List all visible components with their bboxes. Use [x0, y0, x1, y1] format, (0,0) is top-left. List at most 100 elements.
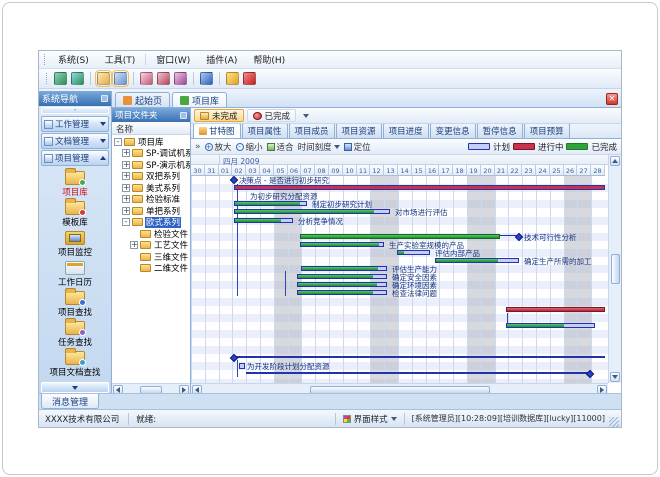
expand-icon[interactable]: + [122, 172, 130, 180]
toolbar-grip[interactable] [46, 73, 49, 84]
locate-button[interactable]: 定位 [344, 141, 371, 153]
collapse-icon[interactable]: - [114, 138, 122, 146]
gantt-tab-项目属性[interactable]: 项目属性 [242, 124, 288, 138]
gantt-tab-甘特图[interactable]: 甘特图 [193, 124, 241, 138]
tree-column-header[interactable]: 名称 [112, 122, 190, 135]
help-icon[interactable] [200, 72, 213, 85]
gantt-tab-项目成员[interactable]: 项目成员 [289, 124, 335, 138]
tab-起始页[interactable]: 起始页 [115, 92, 170, 107]
tree-node-SP-调试机系[interactable]: +SP-调试机系 [112, 148, 190, 160]
menu-item-2[interactable]: 工具(T) [97, 51, 144, 68]
expand-icon[interactable]: + [122, 207, 130, 215]
gantt-vscrollbar[interactable] [608, 155, 621, 383]
gantt-bar[interactable] [297, 290, 387, 295]
tree-node-检验文件[interactable]: 检验文件 [112, 228, 190, 240]
tree-node-SP-演示机系[interactable]: +SP-演示机系 [112, 159, 190, 171]
expand-icon[interactable]: + [122, 149, 130, 157]
gantt-bar[interactable] [301, 266, 387, 271]
sidebar-item-项目监控[interactable]: 项目监控 [39, 231, 111, 258]
scroll-down-icon[interactable] [610, 372, 620, 382]
lock-icon[interactable] [226, 72, 239, 85]
gantt-bar[interactable] [300, 242, 384, 247]
finished-filter-button[interactable]: 已完成 [247, 109, 297, 122]
expand-icon[interactable]: + [122, 184, 130, 192]
sidebar-item-项目文档查找[interactable]: 项目文档查找 [39, 351, 111, 378]
day-header-18: 18 [453, 165, 467, 176]
time-scale-button[interactable]: 时间刻度 [298, 141, 340, 153]
project-window-icon[interactable] [114, 72, 127, 85]
sidebar-group-1[interactable]: 工作管理 [41, 116, 109, 132]
globe-icon[interactable] [71, 72, 84, 85]
summary-line[interactable] [234, 356, 605, 358]
resize-grip[interactable] [609, 417, 619, 427]
gantt-bar[interactable] [506, 323, 595, 328]
exit-icon[interactable] [243, 72, 256, 85]
zoom-out-button[interactable]: -缩小 [236, 141, 263, 153]
pin-icon[interactable] [180, 112, 187, 119]
fit-button[interactable]: 适合 [267, 141, 294, 153]
gantt-bar[interactable] [397, 250, 430, 255]
gantt-bar[interactable] [297, 274, 387, 279]
summary-line[interactable] [246, 372, 590, 374]
sidebar-group-3[interactable]: 项目管理 [41, 150, 109, 166]
toolbar-overflow-chevron[interactable]: » [195, 142, 201, 152]
tree-node-工艺文件[interactable]: +工艺文件 [112, 240, 190, 252]
filter-more-chevron[interactable] [303, 114, 309, 118]
report-icon[interactable] [140, 72, 153, 85]
refresh-icon[interactable] [174, 72, 187, 85]
gantt-bar[interactable] [506, 307, 605, 312]
menu-item-4[interactable]: 插件(A) [198, 51, 245, 68]
sidebar-collapse-strip[interactable]: - [41, 107, 109, 114]
scroll-thumb[interactable] [611, 254, 620, 284]
expand-icon[interactable]: + [122, 195, 130, 203]
gantt-tab-项目预算[interactable]: 项目预算 [524, 124, 570, 138]
gantt-tab-项目资源[interactable]: 项目资源 [336, 124, 382, 138]
message-manager-tab[interactable]: 消息管理 [41, 394, 99, 409]
tree-node-检验标准[interactable]: +检验标准 [112, 194, 190, 206]
gantt-bar[interactable] [234, 218, 293, 223]
gantt-tab-项目进度[interactable]: 项目进度 [383, 124, 429, 138]
menu-item-5[interactable]: 帮助(H) [245, 51, 293, 68]
tree-node-三维文件[interactable]: 三维文件 [112, 251, 190, 263]
tab-项目库[interactable]: 项目库 [172, 92, 227, 107]
sidebar-bottom-stub[interactable] [41, 382, 109, 393]
tree-node-美式系列[interactable]: +美式系列 [112, 182, 190, 194]
gantt-tab-变更信息[interactable]: 变更信息 [430, 124, 476, 138]
gantt-bar[interactable] [300, 234, 500, 239]
gantt-tab-label: 甘特图 [209, 125, 235, 137]
sidebar-item-工作日历[interactable]: 工作日历 [39, 261, 111, 288]
sidebar-item-任务查找[interactable]: 任务查找 [39, 321, 111, 348]
tree-node-欧式系列[interactable]: -欧式系列 [112, 217, 190, 229]
ui-style-button[interactable]: 界面样式 [339, 413, 401, 425]
client-monitor-icon[interactable] [54, 72, 67, 85]
collapse-icon[interactable]: - [122, 218, 130, 226]
gantt-bar[interactable] [435, 258, 519, 263]
close-icon[interactable]: × [606, 93, 618, 105]
pin-icon[interactable] [101, 95, 108, 102]
gantt-bar[interactable] [297, 282, 387, 287]
tree-node-双把系列[interactable]: +双把系列 [112, 171, 190, 183]
gantt-bar[interactable] [234, 209, 390, 214]
task-label: 分析竞争情况 [298, 216, 343, 227]
open-project-icon[interactable] [97, 72, 110, 85]
sidebar-group-2[interactable]: 文档管理 [41, 133, 109, 149]
expand-icon[interactable]: + [130, 241, 138, 249]
menubar-grip[interactable] [44, 54, 47, 65]
chart-icon[interactable] [157, 72, 170, 85]
expand-icon[interactable]: + [122, 161, 130, 169]
milestone-square[interactable] [239, 363, 245, 369]
tree-node-二维文件[interactable]: 二维文件 [112, 263, 190, 275]
menu-item-3[interactable]: 窗口(W) [148, 51, 198, 68]
gantt-bar[interactable] [234, 185, 605, 190]
scroll-up-icon[interactable] [610, 156, 620, 166]
unfinished-filter-button[interactable]: 未完成 [194, 109, 244, 122]
gantt-tab-暂停信息[interactable]: 暂停信息 [477, 124, 523, 138]
zoom-in-button[interactable]: +放大 [205, 141, 232, 153]
sidebar-item-项目查找[interactable]: 项目查找 [39, 291, 111, 318]
sidebar-item-模板库[interactable]: 模板库 [39, 201, 111, 228]
sidebar-item-项目库[interactable]: 项目库 [39, 171, 111, 198]
gantt-bar[interactable] [234, 201, 307, 206]
menu-item-1[interactable]: 系统(S) [50, 51, 97, 68]
tree-node-项目库[interactable]: -项目库 [112, 136, 190, 148]
tree-node-单把系列[interactable]: +单把系列 [112, 205, 190, 217]
